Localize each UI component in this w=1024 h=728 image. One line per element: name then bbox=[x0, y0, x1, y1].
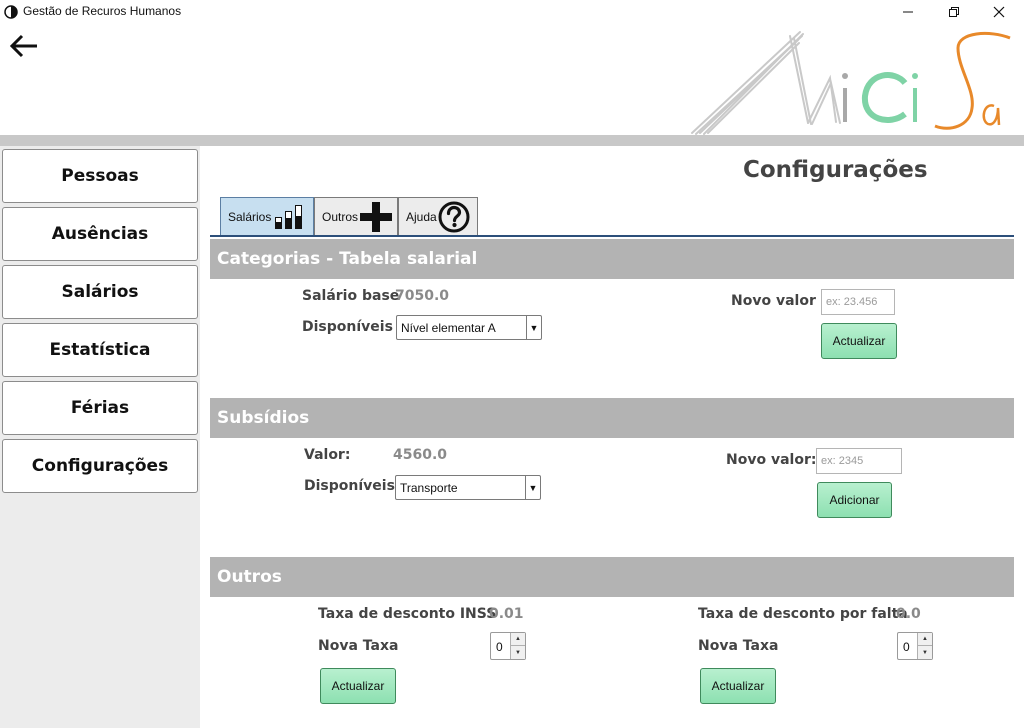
sidebar: Pessoas Ausências Salários Estatística F… bbox=[0, 146, 200, 728]
disponiveis-label: Disponíveis bbox=[302, 319, 393, 335]
tab-label: Salários bbox=[228, 209, 272, 224]
spinner-up-icon[interactable]: ▲ bbox=[511, 633, 525, 646]
taxa-falta-label: Taxa de desconto por falta bbox=[698, 606, 908, 622]
subsidio-select[interactable]: Transporte ▼ bbox=[395, 475, 541, 500]
disponiveis-label: Disponíveis bbox=[304, 478, 395, 494]
minimize-icon bbox=[903, 11, 913, 13]
section-header-subsidios: Subsídios bbox=[210, 398, 1014, 438]
categoria-select[interactable]: Nível elementar A ▼ bbox=[396, 315, 542, 340]
tab-label: Ajuda bbox=[406, 209, 437, 224]
window-title: Gestão de Recuros Humanos bbox=[23, 4, 182, 18]
subsidio-selected-value: Transporte bbox=[400, 481, 458, 495]
sidebar-item-estatistica[interactable]: Estatística bbox=[2, 323, 198, 377]
sidebar-item-configuracoes[interactable]: Configurações bbox=[2, 439, 198, 493]
actualizar-inss-button[interactable]: Actualizar bbox=[320, 668, 396, 704]
salario-base-value: 7050.0 bbox=[395, 288, 450, 304]
taxa-falta-value: 0.0 bbox=[896, 606, 921, 622]
chevron-down-icon: ▼ bbox=[525, 476, 540, 499]
taxa-inss-label: Taxa de desconto INSS bbox=[318, 606, 497, 622]
sidebar-item-pessoas[interactable]: Pessoas bbox=[2, 149, 198, 203]
help-icon bbox=[438, 201, 470, 232]
spinner-value: 0 bbox=[903, 640, 910, 654]
novo-valor-subsidio-input[interactable] bbox=[816, 448, 902, 474]
actualizar-falta-button[interactable]: Actualizar bbox=[700, 668, 776, 704]
taxa-inss-value: 0.01 bbox=[489, 606, 524, 622]
valor-value: 4560.0 bbox=[393, 447, 448, 463]
back-arrow-icon[interactable] bbox=[8, 32, 40, 60]
tab-outros[interactable]: Outros bbox=[314, 197, 398, 235]
spinner-up-icon[interactable]: ▲ bbox=[918, 633, 932, 646]
novo-valor-label: Novo valor: bbox=[726, 452, 817, 468]
nova-taxa-label: Nova Taxa bbox=[698, 638, 779, 654]
header-divider bbox=[0, 135, 1024, 146]
section-header-categorias: Categorias - Tabela salarial bbox=[210, 239, 1014, 279]
page-title: Configurações bbox=[743, 157, 928, 183]
title-bar: Gestão de Recuros Humanos bbox=[0, 0, 1024, 24]
novo-valor-label: Novo valor bbox=[731, 293, 816, 309]
section-header-outros: Outros bbox=[210, 557, 1014, 597]
close-icon bbox=[993, 6, 1005, 18]
actualizar-categoria-button[interactable]: Actualizar bbox=[821, 323, 897, 359]
sidebar-item-salarios[interactable]: Salários bbox=[2, 265, 198, 319]
spinner-buttons: ▲ ▼ bbox=[917, 633, 932, 659]
spinner-down-icon[interactable]: ▼ bbox=[918, 646, 932, 659]
restore-button[interactable] bbox=[931, 0, 977, 24]
tab-salarios[interactable]: Salários bbox=[220, 197, 314, 235]
close-button[interactable] bbox=[976, 0, 1022, 24]
chevron-down-icon: ▼ bbox=[526, 316, 541, 339]
nova-taxa-label: Nova Taxa bbox=[318, 638, 399, 654]
app-icon bbox=[4, 5, 18, 19]
plus-icon bbox=[360, 201, 393, 232]
spinner-value: 0 bbox=[496, 640, 503, 654]
valor-label: Valor: bbox=[304, 447, 351, 463]
minimize-button[interactable] bbox=[885, 0, 931, 24]
spinner-buttons: ▲ ▼ bbox=[510, 633, 525, 659]
sidebar-item-ausencias[interactable]: Ausências bbox=[2, 207, 198, 261]
tab-ajuda[interactable]: Ajuda bbox=[398, 197, 478, 235]
salario-base-label: Salário base bbox=[302, 288, 400, 304]
micisa-logo bbox=[691, 31, 1011, 135]
sidebar-item-ferias[interactable]: Férias bbox=[2, 381, 198, 435]
nova-taxa-inss-spinner[interactable]: 0 ▲ ▼ bbox=[490, 632, 526, 660]
adicionar-button[interactable]: Adicionar bbox=[817, 482, 892, 518]
tab-divider bbox=[210, 235, 1014, 237]
restore-icon bbox=[949, 7, 959, 17]
tab-label: Outros bbox=[322, 209, 359, 224]
spinner-down-icon[interactable]: ▼ bbox=[511, 646, 525, 659]
categoria-selected-value: Nível elementar A bbox=[401, 321, 496, 335]
nova-taxa-falta-spinner[interactable]: 0 ▲ ▼ bbox=[897, 632, 933, 660]
novo-valor-input[interactable] bbox=[821, 289, 895, 315]
bar-chart-icon bbox=[275, 204, 303, 229]
